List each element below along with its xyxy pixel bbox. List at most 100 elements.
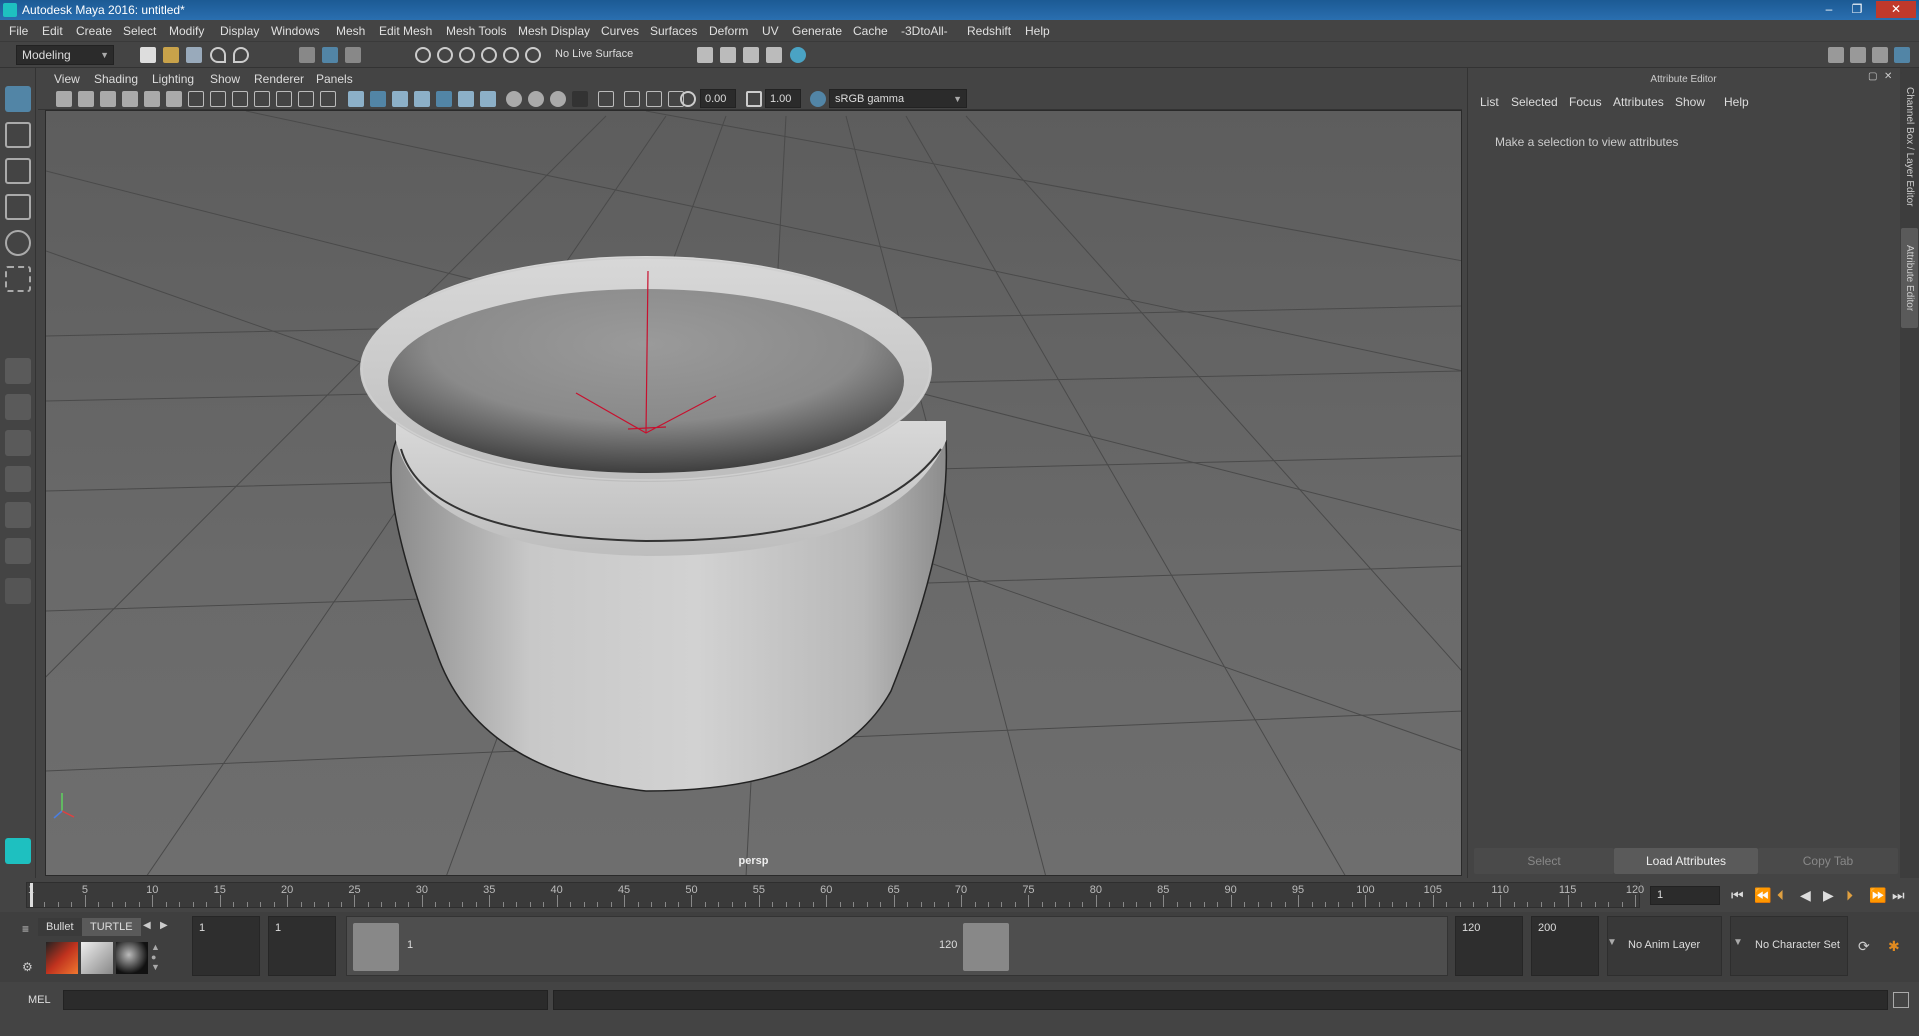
play-forwards-icon[interactable]: ▶ (1823, 887, 1834, 904)
ipr-render-icon[interactable] (743, 47, 759, 63)
grid-toggle-icon[interactable] (188, 91, 204, 107)
shelf-scroll-icon[interactable]: ▲ ● ▼ (151, 942, 161, 974)
select-tool-icon[interactable] (5, 86, 31, 112)
ae-menu-list[interactable]: List (1480, 95, 1499, 109)
menu-surfaces[interactable]: Surfaces (650, 24, 697, 38)
shelf-scroll-left-icon[interactable]: ◀ (143, 920, 151, 931)
scale-tool-icon[interactable] (5, 266, 31, 292)
menu-file[interactable]: File (9, 24, 28, 38)
script-language-label[interactable]: MEL (28, 994, 51, 1006)
xray-joints-icon[interactable] (646, 91, 662, 107)
viewport-menu-show[interactable]: Show (210, 72, 240, 86)
single-perspective-layout-icon[interactable] (5, 358, 31, 384)
script-editor-icon[interactable] (1893, 992, 1909, 1008)
safe-action-icon[interactable] (298, 91, 314, 107)
ae-select-button[interactable]: Select (1474, 848, 1614, 874)
four-view-layout-icon[interactable] (5, 394, 31, 420)
film-gate-icon[interactable] (210, 91, 226, 107)
viewport-menu-panels[interactable]: Panels (316, 72, 353, 86)
menu-generate[interactable]: Generate (792, 24, 842, 38)
command-input[interactable] (63, 990, 548, 1010)
menu-edit[interactable]: Edit (42, 24, 63, 38)
default-material-icon[interactable] (392, 91, 408, 107)
menu-create[interactable]: Create (76, 24, 112, 38)
open-scene-icon[interactable] (163, 47, 179, 63)
turtle-baking-icon[interactable] (116, 942, 148, 974)
animation-preferences-icon[interactable]: ✱ (1888, 938, 1900, 955)
range-end-handle[interactable] (963, 923, 1009, 971)
float-panel-icon[interactable]: ▢ (1868, 71, 1877, 82)
snap-grid-icon[interactable] (415, 47, 431, 63)
character-set-dropdown[interactable]: ▼ No Character Set (1730, 916, 1848, 976)
snap-view-plane-icon[interactable] (481, 47, 497, 63)
step-back-key-icon[interactable]: ⏪ (1754, 887, 1771, 904)
safe-title-icon[interactable] (320, 91, 336, 107)
shelf-scroll-right-icon[interactable]: ▶ (160, 920, 168, 931)
menu-help[interactable]: Help (1025, 24, 1050, 38)
viewport-menu-view[interactable]: View (54, 72, 80, 86)
menu-3dtoall[interactable]: -3DtoAll- (901, 24, 948, 38)
menu-mesh[interactable]: Mesh (336, 24, 365, 38)
current-time-marker[interactable] (30, 883, 33, 907)
bullet-rigid-body-icon[interactable] (46, 942, 78, 974)
menu-deform[interactable]: Deform (709, 24, 748, 38)
twod-pan-zoom-icon[interactable] (144, 91, 160, 107)
go-to-start-icon[interactable]: ⏮ (1731, 887, 1744, 904)
menu-cache[interactable]: Cache (853, 24, 888, 38)
viewport-menu-renderer[interactable]: Renderer (254, 72, 304, 86)
motion-blur-icon[interactable] (528, 91, 544, 107)
ae-load-attributes-button[interactable]: Load Attributes (1614, 848, 1758, 874)
menu-mesh-display[interactable]: Mesh Display (518, 24, 590, 38)
anim-layer-dropdown[interactable]: ▼ No Anim Layer (1607, 916, 1722, 976)
layout-menu-icon[interactable] (5, 578, 31, 604)
render-view-icon[interactable] (697, 47, 713, 63)
color-management-icon[interactable] (810, 91, 826, 107)
ae-copy-tab-button[interactable]: Copy Tab (1758, 848, 1898, 874)
close-panel-icon[interactable]: ✕ (1884, 71, 1892, 82)
exposure-field[interactable]: 0.00 (700, 89, 736, 108)
bookmark-icon[interactable] (100, 91, 116, 107)
menu-windows[interactable]: Windows (271, 24, 320, 38)
maximize-button[interactable]: ❐ (1844, 1, 1870, 18)
anti-aliasing-icon[interactable] (550, 91, 566, 107)
redo-icon[interactable] (233, 47, 249, 63)
animation-start-field[interactable]: 1 (192, 916, 260, 976)
channel-box-toggle-icon[interactable] (1894, 47, 1910, 63)
image-plane-icon[interactable] (122, 91, 138, 107)
outliner-toggle-icon[interactable] (1850, 47, 1866, 63)
ambient-occlusion-icon[interactable] (506, 91, 522, 107)
playback-end-field[interactable]: 120 (1455, 916, 1523, 976)
attribute-editor-tab[interactable]: Attribute Editor (1901, 228, 1918, 328)
new-scene-icon[interactable] (140, 47, 156, 63)
menu-select[interactable]: Select (123, 24, 156, 38)
snap-point-icon[interactable] (459, 47, 475, 63)
view-transform-dropdown[interactable]: sRGB gamma ▼ (829, 89, 967, 108)
menu-display[interactable]: Display (220, 24, 259, 38)
exposure-icon[interactable] (680, 91, 696, 107)
persp-outliner-layout-icon[interactable] (5, 430, 31, 456)
field-chart-icon[interactable] (276, 91, 292, 107)
channel-box-tab[interactable]: Channel Box / Layer Editor (1901, 72, 1918, 222)
select-hierarchy-icon[interactable] (299, 47, 315, 63)
range-start-handle[interactable] (353, 923, 399, 971)
move-tool-icon[interactable] (5, 194, 31, 220)
menuset-dropdown[interactable]: Modeling ▼ (16, 45, 114, 65)
grease-pencil-icon[interactable] (166, 91, 182, 107)
smooth-shade-icon[interactable] (370, 91, 386, 107)
step-forward-frame-icon[interactable]: ⏵ (1846, 887, 1853, 904)
textured-icon[interactable] (436, 91, 452, 107)
use-lights-icon[interactable] (458, 91, 474, 107)
range-slider-track[interactable]: 1 120 (346, 916, 1448, 976)
paint-select-icon[interactable] (5, 158, 31, 184)
persp-graph-layout-icon[interactable] (5, 466, 31, 492)
gamma-field[interactable]: 1.00 (765, 89, 801, 108)
shelf-settings-icon[interactable]: ⚙ (22, 960, 33, 974)
isolate-select-icon[interactable] (598, 91, 614, 107)
turtle-render-icon[interactable] (81, 942, 113, 974)
rotate-tool-icon[interactable] (5, 230, 31, 256)
ae-menu-focus[interactable]: Focus (1569, 95, 1602, 109)
menu-redshift[interactable]: Redshift (967, 24, 1011, 38)
shelf-tab-bullet[interactable]: Bullet (38, 918, 82, 936)
ae-menu-selected[interactable]: Selected (1511, 95, 1558, 109)
step-forward-key-icon[interactable]: ⏩ (1869, 887, 1886, 904)
